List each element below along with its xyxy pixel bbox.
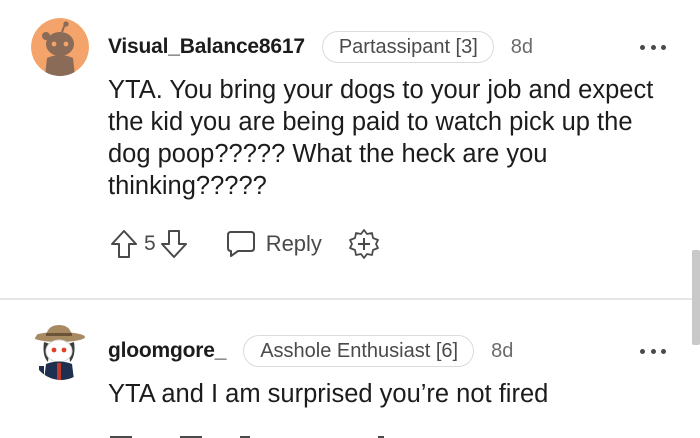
next-actions-peek	[110, 436, 384, 438]
upvote-arrow-icon[interactable]	[108, 228, 140, 260]
user-flair: Partassipant [3]	[321, 31, 494, 63]
comment-body: YTA. You bring your dogs to your job and…	[108, 76, 654, 200]
downvote-arrow-icon[interactable]	[158, 228, 190, 260]
comment-thread: Visual_Balance8617 Partassipant [3] 8d Y…	[0, 0, 700, 438]
reply-label: Reply	[265, 231, 322, 256]
comment-body: YTA and I am surprised you’re not fired	[108, 380, 549, 408]
vote-score: 5	[144, 232, 156, 255]
comment: Visual_Balance8617 Partassipant [3] 8d Y…	[0, 0, 700, 298]
timestamp[interactable]: 8d	[511, 36, 533, 59]
comment-header: gloomgore_ Asshole Enthusiast [6] 8d	[108, 335, 513, 367]
username-link[interactable]: Visual_Balance8617	[108, 35, 305, 59]
username-link[interactable]: gloomgore_	[108, 339, 226, 363]
comment: gloomgore_ Asshole Enthusiast [6] 8d YTA…	[0, 302, 700, 438]
snoo-avatar-icon[interactable]	[31, 18, 89, 76]
comment-header: Visual_Balance8617 Partassipant [3] 8d	[108, 31, 533, 63]
user-flair: Asshole Enthusiast [6]	[243, 335, 475, 367]
more-options-icon[interactable]	[640, 345, 666, 357]
award-plus-icon[interactable]	[348, 228, 380, 260]
comment-actions: 5 Reply	[108, 226, 380, 262]
scrollbar[interactable]	[692, 250, 700, 345]
timestamp[interactable]: 8d	[491, 340, 513, 363]
speech-bubble-icon	[226, 231, 255, 257]
more-options-icon[interactable]	[640, 41, 666, 53]
snoo-cowboy-avatar-icon[interactable]	[32, 322, 90, 380]
reply-button[interactable]: Reply	[226, 230, 322, 258]
comment-divider	[0, 298, 700, 300]
